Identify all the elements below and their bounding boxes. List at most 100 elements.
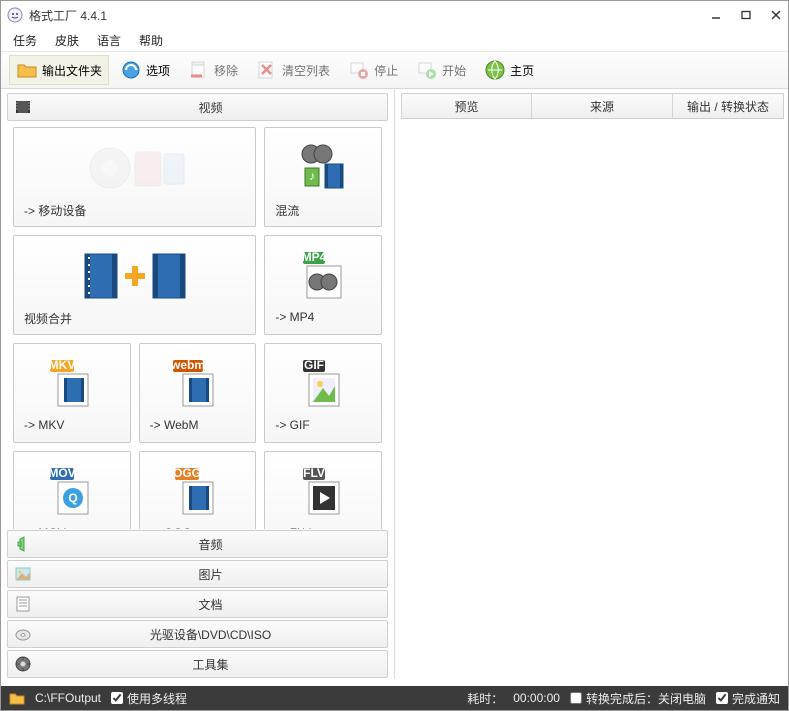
start-label: 开始 [442,62,466,79]
left-pane: 视频 -> 移动设备 ♪ 混流 [1,89,395,679]
tile-video-join[interactable]: 视频合并 [13,235,256,335]
tile-ogg[interactable]: OGG -> OGG [139,451,257,529]
menu-help[interactable]: 帮助 [139,32,163,49]
title-bar: 格式工厂 4.4.1 [1,1,788,29]
task-list[interactable] [401,119,784,679]
tile-flv[interactable]: FLV -> FLV [264,451,382,529]
output-folder-label: 输出文件夹 [42,62,102,79]
document-icon [14,595,32,613]
app-icon [7,7,23,23]
maximize-button[interactable] [740,9,752,21]
header-preview[interactable]: 预览 [402,94,532,118]
flv-icon: FLV [271,458,375,526]
svg-text:OGG: OGG [173,466,201,480]
tile-flv-label: -> FLV [271,526,375,529]
menu-task[interactable]: 任务 [13,32,37,49]
svg-text:webm: webm [170,358,205,372]
remove-button[interactable]: 移除 [181,55,245,85]
menu-skin[interactable]: 皮肤 [55,32,79,49]
clear-icon [256,59,278,81]
tile-mp4[interactable]: MP4 -> MP4 [264,235,382,335]
home-button[interactable]: 主页 [477,55,541,85]
category-audio-label: 音频 [40,536,381,553]
clear-list-button[interactable]: 清空列表 [249,55,337,85]
tile-webm-label: -> WebM [146,418,250,436]
category-video-header[interactable]: 视频 [7,93,388,121]
tile-webm[interactable]: webm -> WebM [139,343,257,443]
tile-gif-label: -> GIF [271,418,375,436]
tile-ogg-label: -> OGG [146,526,250,529]
category-document-header[interactable]: 文档 [7,590,388,618]
start-icon [416,59,438,81]
tile-mux[interactable]: ♪ 混流 [264,127,382,227]
shutdown-checkbox[interactable]: 转换完成后：关闭电脑 [570,690,706,707]
elapsed-value: 00:00:00 [513,691,560,705]
category-tools-label: 工具集 [40,656,381,673]
home-icon [484,59,506,81]
clear-label: 清空列表 [282,62,330,79]
disc-icon [14,625,32,643]
mkv-icon: MKV [20,350,124,418]
category-disc-label: 光驱设备\DVD\CD\ISO [40,626,381,643]
notify-label: 完成通知 [732,690,780,707]
svg-text:GIF: GIF [304,358,324,372]
content-area: 视频 -> 移动设备 ♪ 混流 [1,89,788,679]
category-picture-label: 图片 [40,566,381,583]
svg-text:FLV: FLV [303,466,325,480]
svg-text:Q: Q [68,491,77,505]
folder-icon [16,59,38,81]
mobile-device-icon [20,134,249,202]
audio-icon [14,535,32,553]
header-source[interactable]: 来源 [532,94,673,118]
ogg-icon: OGG [146,458,250,526]
tools-icon [14,655,32,673]
multithread-input[interactable] [111,692,123,704]
start-button[interactable]: 开始 [409,55,473,85]
tile-join-label: 视频合并 [20,310,249,328]
stop-button[interactable]: 停止 [341,55,405,85]
window-title: 格式工厂 4.4.1 [29,7,710,24]
menu-language[interactable]: 语言 [97,32,121,49]
svg-text:♪: ♪ [309,169,315,183]
webm-icon: webm [146,350,250,418]
remove-icon [188,59,210,81]
elapsed-label: 耗时： [467,690,503,707]
multithread-label: 使用多线程 [127,690,187,707]
video-icon [14,98,32,116]
status-bar: C:\FFOutput 使用多线程 耗时： 00:00:00 转换完成后：关闭电… [1,686,788,710]
options-icon [120,59,142,81]
tile-mkv-label: -> MKV [20,418,124,436]
notify-input[interactable] [716,692,728,704]
header-status[interactable]: 输出 / 转换状态 [673,94,783,118]
multithread-checkbox[interactable]: 使用多线程 [111,690,187,707]
tile-mp4-label: -> MP4 [271,310,375,328]
mp4-icon: MP4 [271,242,375,310]
category-disc-header[interactable]: 光驱设备\DVD\CD\ISO [7,620,388,648]
tile-mov[interactable]: MOVQ -> MOV [13,451,131,529]
category-picture-header[interactable]: 图片 [7,560,388,588]
category-audio-header[interactable]: 音频 [7,530,388,558]
status-folder-icon[interactable] [9,691,25,705]
options-label: 选项 [146,62,170,79]
notify-checkbox[interactable]: 完成通知 [716,690,780,707]
stop-label: 停止 [374,62,398,79]
tile-mobile-device[interactable]: -> 移动设备 [13,127,256,227]
minimize-button[interactable] [710,9,722,21]
tile-mkv[interactable]: MKV -> MKV [13,343,131,443]
video-tile-area: -> 移动设备 ♪ 混流 视频合并 MP4 [1,123,394,529]
mov-icon: MOV Q [20,458,124,526]
stop-icon [348,59,370,81]
home-label: 主页 [510,62,534,79]
mux-icon: ♪ [271,134,375,202]
options-button[interactable]: 选项 [113,55,177,85]
output-folder-button[interactable]: 输出文件夹 [9,55,109,85]
output-path-text[interactable]: C:\FFOutput [35,691,101,705]
svg-text:MOV: MOV [48,466,75,480]
tile-gif[interactable]: GIF -> GIF [264,343,382,443]
category-tools-header[interactable]: 工具集 [7,650,388,678]
picture-icon [14,565,32,583]
shutdown-input[interactable] [570,692,582,704]
svg-text:MKV: MKV [48,358,75,372]
close-button[interactable] [770,9,782,21]
toolbar: 输出文件夹 选项 移除 清空列表 停止 开始 主页 [1,51,788,89]
